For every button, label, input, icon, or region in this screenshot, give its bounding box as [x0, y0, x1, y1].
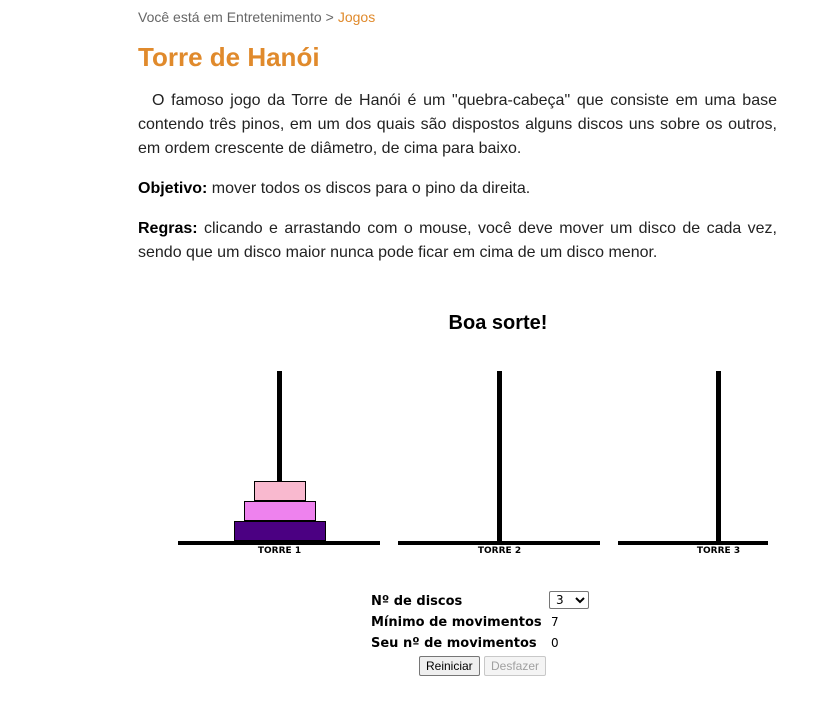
tower-pole — [716, 371, 721, 541]
tower-base — [178, 541, 380, 545]
intro-paragraph: O famoso jogo da Torre de Hanói é um "qu… — [138, 92, 777, 157]
tower-base — [398, 541, 600, 545]
breadcrumb-separator: > — [325, 9, 334, 25]
objective-paragraph: Objetivo: mover todos os discos para o p… — [138, 177, 777, 201]
rules-text: clicando e arrastando com o mouse, você … — [138, 220, 777, 261]
game-title: Boa sorte! — [448, 312, 548, 334]
min-moves-value: 7 — [551, 615, 559, 629]
tower-pole — [497, 371, 502, 541]
tower-label: TORRE 2 — [477, 546, 522, 556]
disk-3[interactable] — [233, 521, 326, 541]
rules-label: Regras: — [138, 220, 198, 237]
tower-label: TORRE 3 — [696, 546, 741, 556]
num-disks-select[interactable]: 3 — [549, 591, 589, 609]
disk-1[interactable] — [253, 481, 306, 501]
tower-base — [618, 541, 768, 545]
objective-label: Objetivo: — [138, 180, 208, 197]
breadcrumb: Você está em Entretenimento > Jogos — [138, 9, 375, 25]
breadcrumb-link-jogos[interactable]: Jogos — [338, 9, 375, 25]
tower-label: TORRE 1 — [257, 546, 302, 556]
disk-2[interactable] — [243, 501, 316, 521]
rules-paragraph: Regras: clicando e arrastando com o mous… — [138, 217, 777, 265]
breadcrumb-prefix: Você está em Entretenimento — [138, 9, 322, 25]
undo-button[interactable]: Desfazer — [484, 656, 547, 676]
restart-button[interactable]: Reiniciar — [419, 656, 480, 676]
your-moves-label: Seu nº de movimentos — [371, 636, 537, 651]
objective-text: mover todos os discos para o pino da dir… — [211, 180, 531, 197]
your-moves-value: 0 — [551, 636, 559, 650]
article-body: O famoso jogo da Torre de Hanói é um "qu… — [138, 89, 777, 265]
num-disks-label: Nº de discos — [371, 594, 463, 609]
page-title: Torre de Hanói — [138, 42, 320, 72]
min-moves-label: Mínimo de movimentos — [371, 615, 542, 630]
